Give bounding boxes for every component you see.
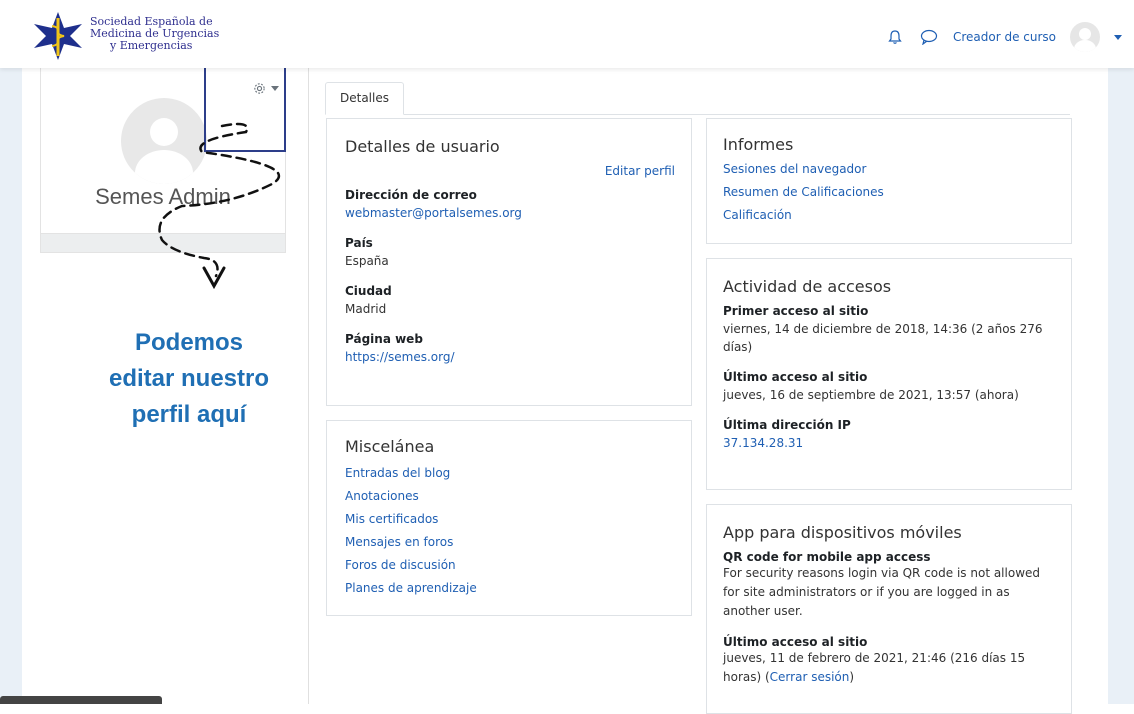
mobile-app-card: App para dispositivos móviles QR code fo…: [706, 504, 1072, 714]
callout-line-3: perfil aquí: [131, 401, 247, 428]
last-ip-label: Última dirección IP: [723, 418, 851, 432]
misc-card: Miscelánea Entradas del blog Anotaciones…: [326, 420, 692, 616]
qr-code-text: For security reasons login via QR code i…: [723, 566, 1041, 618]
city-value: Madrid: [345, 302, 387, 316]
page-background-right: [1108, 68, 1134, 704]
webpage-label: Página web: [345, 332, 423, 346]
user-details-title: Detalles de usuario: [345, 137, 500, 156]
email-link[interactable]: webmaster@portalsemes.org: [345, 204, 691, 222]
misc-link-forum-posts[interactable]: Mensajes en foros: [345, 531, 691, 554]
misc-link-notes[interactable]: Anotaciones: [345, 485, 691, 508]
bell-icon[interactable]: [885, 27, 905, 47]
mobile-title: App para dispositivos móviles: [723, 523, 962, 542]
user-menu-chevron-down-icon[interactable]: [1114, 34, 1122, 40]
annotation-arrow: [158, 122, 280, 290]
reports-link-sessions[interactable]: Sesiones del navegador: [723, 158, 1071, 181]
country-label: País: [345, 236, 373, 250]
city-label: Ciudad: [345, 284, 392, 298]
user-details-card: Detalles de usuario Editar perfil Direcc…: [326, 118, 692, 406]
qr-code-label: QR code for mobile app access: [723, 550, 931, 564]
webpage-link[interactable]: https://semes.org/: [345, 348, 691, 366]
callout-line-1: Podemos: [134, 329, 244, 356]
reports-card: Informes Sesiones del navegador Resumen …: [706, 118, 1072, 244]
country-value: España: [345, 254, 389, 268]
chat-bubble-icon[interactable]: [919, 27, 939, 47]
user-avatar[interactable]: [1070, 22, 1100, 52]
mobile-last-access-value: jueves, 11 de febrero de 2021, 21:46 (21…: [723, 651, 1026, 684]
misc-link-blog[interactable]: Entradas del blog: [345, 462, 691, 485]
logo-line-3: y Emergencias: [110, 39, 193, 52]
logout-link[interactable]: Cerrar sesión: [770, 670, 850, 684]
reports-link-grades-overview[interactable]: Resumen de Calificaciones: [723, 181, 1071, 204]
misc-title: Miscelánea: [345, 437, 435, 456]
organization-name: Sociedad Española de Medicina de Urgenci…: [90, 16, 219, 52]
tab-bar: Detalles: [325, 82, 1070, 115]
reports-link-grade[interactable]: Calificación: [723, 204, 1071, 227]
callout-line-2: editar nuestro: [108, 365, 270, 392]
annotation-callout: Podemos editar nuestro perfil aquí: [84, 325, 294, 433]
semes-logo-icon[interactable]: [30, 10, 86, 62]
access-activity-card: Actividad de accesos Primer acceso al si…: [706, 258, 1072, 490]
mobile-last-access-label: Último acceso al sitio: [723, 635, 868, 649]
misc-link-certificates[interactable]: Mis certificados: [345, 508, 691, 531]
misc-link-forums[interactable]: Foros de discusión: [345, 554, 691, 577]
page-background-left: [0, 68, 22, 704]
email-label: Dirección de correo: [345, 188, 477, 202]
last-access-label: Último acceso al sitio: [723, 370, 868, 384]
tab-detalles[interactable]: Detalles: [325, 82, 404, 115]
misc-link-learning-plans[interactable]: Planes de aprendizaje: [345, 577, 691, 600]
top-navbar: Sociedad Española de Medicina de Urgenci…: [0, 0, 1134, 68]
access-title: Actividad de accesos: [723, 277, 892, 296]
last-access-value: jueves, 16 de septiembre de 2021, 13:57 …: [723, 388, 1019, 402]
reports-title: Informes: [723, 135, 794, 154]
main-content: Detalles Detalles de usuario Editar perf…: [309, 68, 1099, 714]
bottom-taskbar-tab[interactable]: [0, 696, 162, 704]
last-ip-link[interactable]: 37.134.28.31: [723, 434, 1055, 452]
left-column: Semes Admin Podemos editar nuestro perfi…: [22, 52, 309, 704]
first-access-label: Primer acceso al sitio: [723, 304, 869, 318]
user-role-label[interactable]: Creador de curso: [953, 30, 1056, 44]
edit-profile-link[interactable]: Editar perfil: [605, 164, 675, 178]
first-access-value: viernes, 14 de diciembre de 2018, 14:36 …: [723, 322, 1043, 354]
